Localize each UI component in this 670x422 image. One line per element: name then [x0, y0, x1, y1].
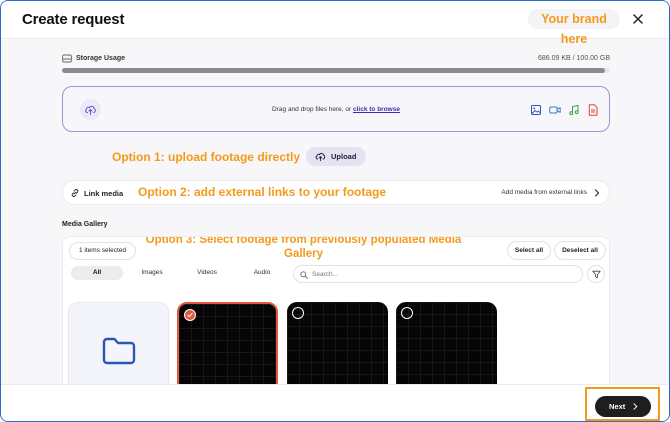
tab-videos[interactable]: Videos — [181, 266, 233, 280]
storage-progress-fill — [62, 68, 605, 73]
link-media-label: Link media — [84, 189, 124, 198]
storage-icon — [62, 54, 72, 63]
filter-icon — [592, 270, 601, 279]
gallery-folder-tile[interactable] — [68, 302, 169, 395]
gallery-video-tile[interactable] — [177, 302, 278, 395]
tab-all[interactable]: All — [71, 266, 123, 280]
upload-icon — [315, 152, 326, 161]
dialog-footer: Next — [1, 384, 669, 421]
video-icon — [549, 103, 561, 115]
dropzone-instruction: Drag and drop files here, or — [272, 106, 353, 113]
add-external-links-label: Add media from external links — [501, 189, 587, 196]
filter-button[interactable] — [587, 265, 605, 283]
brand-logo: Your brand here — [528, 9, 620, 46]
dropzone-text: Drag and drop files here, or click to br… — [63, 106, 609, 113]
image-icon — [530, 103, 542, 115]
gallery-search — [293, 265, 583, 283]
option-1-annotation: Option 1: upload footage directly — [112, 150, 301, 164]
file-dropzone[interactable]: Drag and drop files here, or click to br… — [62, 86, 610, 132]
deselect-all-button[interactable]: Deselect all — [554, 241, 606, 260]
music-icon — [568, 103, 580, 116]
upload-button-label: Upload — [331, 152, 357, 161]
folder-icon — [102, 337, 136, 365]
dialog-header: Create request Your brand here — [1, 1, 669, 46]
gallery-video-tile[interactable] — [396, 302, 497, 395]
create-request-dialog: Create request Your brand here Storage U… — [0, 0, 670, 422]
storage-usage-label: Storage Usage — [76, 55, 126, 62]
page-title: Create request — [22, 11, 125, 28]
media-gallery: 1 items selected Option 3: Select footag… — [62, 236, 610, 396]
option-3-annotation: Option 3: Select footage from previously… — [145, 236, 462, 260]
select-all-button[interactable]: Select all — [507, 241, 551, 260]
storage-usage-value: 686.09 KB / 100.00 GB — [538, 55, 610, 62]
selection-checkbox[interactable] — [292, 307, 304, 319]
next-button-label: Next — [609, 402, 626, 411]
selection-checkbox[interactable] — [401, 307, 413, 319]
upload-button[interactable]: Upload — [306, 147, 366, 166]
storage-progress-bar — [62, 68, 610, 73]
click-to-browse-link[interactable]: click to browse — [353, 106, 400, 113]
link-icon — [71, 189, 79, 197]
media-gallery-title: Media Gallery — [62, 221, 108, 228]
selection-checkbox[interactable] — [184, 309, 196, 321]
tab-images[interactable]: Images — [126, 266, 178, 280]
close-icon[interactable] — [630, 11, 646, 27]
next-button-highlight: Next — [585, 387, 660, 421]
next-button[interactable]: Next — [595, 396, 651, 417]
media-filter-tabs: All Images Videos Audio — [71, 266, 293, 282]
link-media-row[interactable]: Link media Option 2: add external links … — [62, 180, 610, 205]
search-icon — [300, 271, 308, 279]
gallery-video-tile[interactable] — [287, 302, 388, 395]
chevron-right-icon — [633, 403, 638, 410]
chevron-right-icon — [594, 189, 600, 197]
pdf-icon — [587, 103, 599, 116]
tab-audio[interactable]: Audio — [236, 266, 288, 280]
check-icon — [187, 312, 193, 318]
option-2-annotation: Option 2: add external links to your foo… — [138, 185, 387, 199]
search-input[interactable] — [312, 268, 572, 280]
